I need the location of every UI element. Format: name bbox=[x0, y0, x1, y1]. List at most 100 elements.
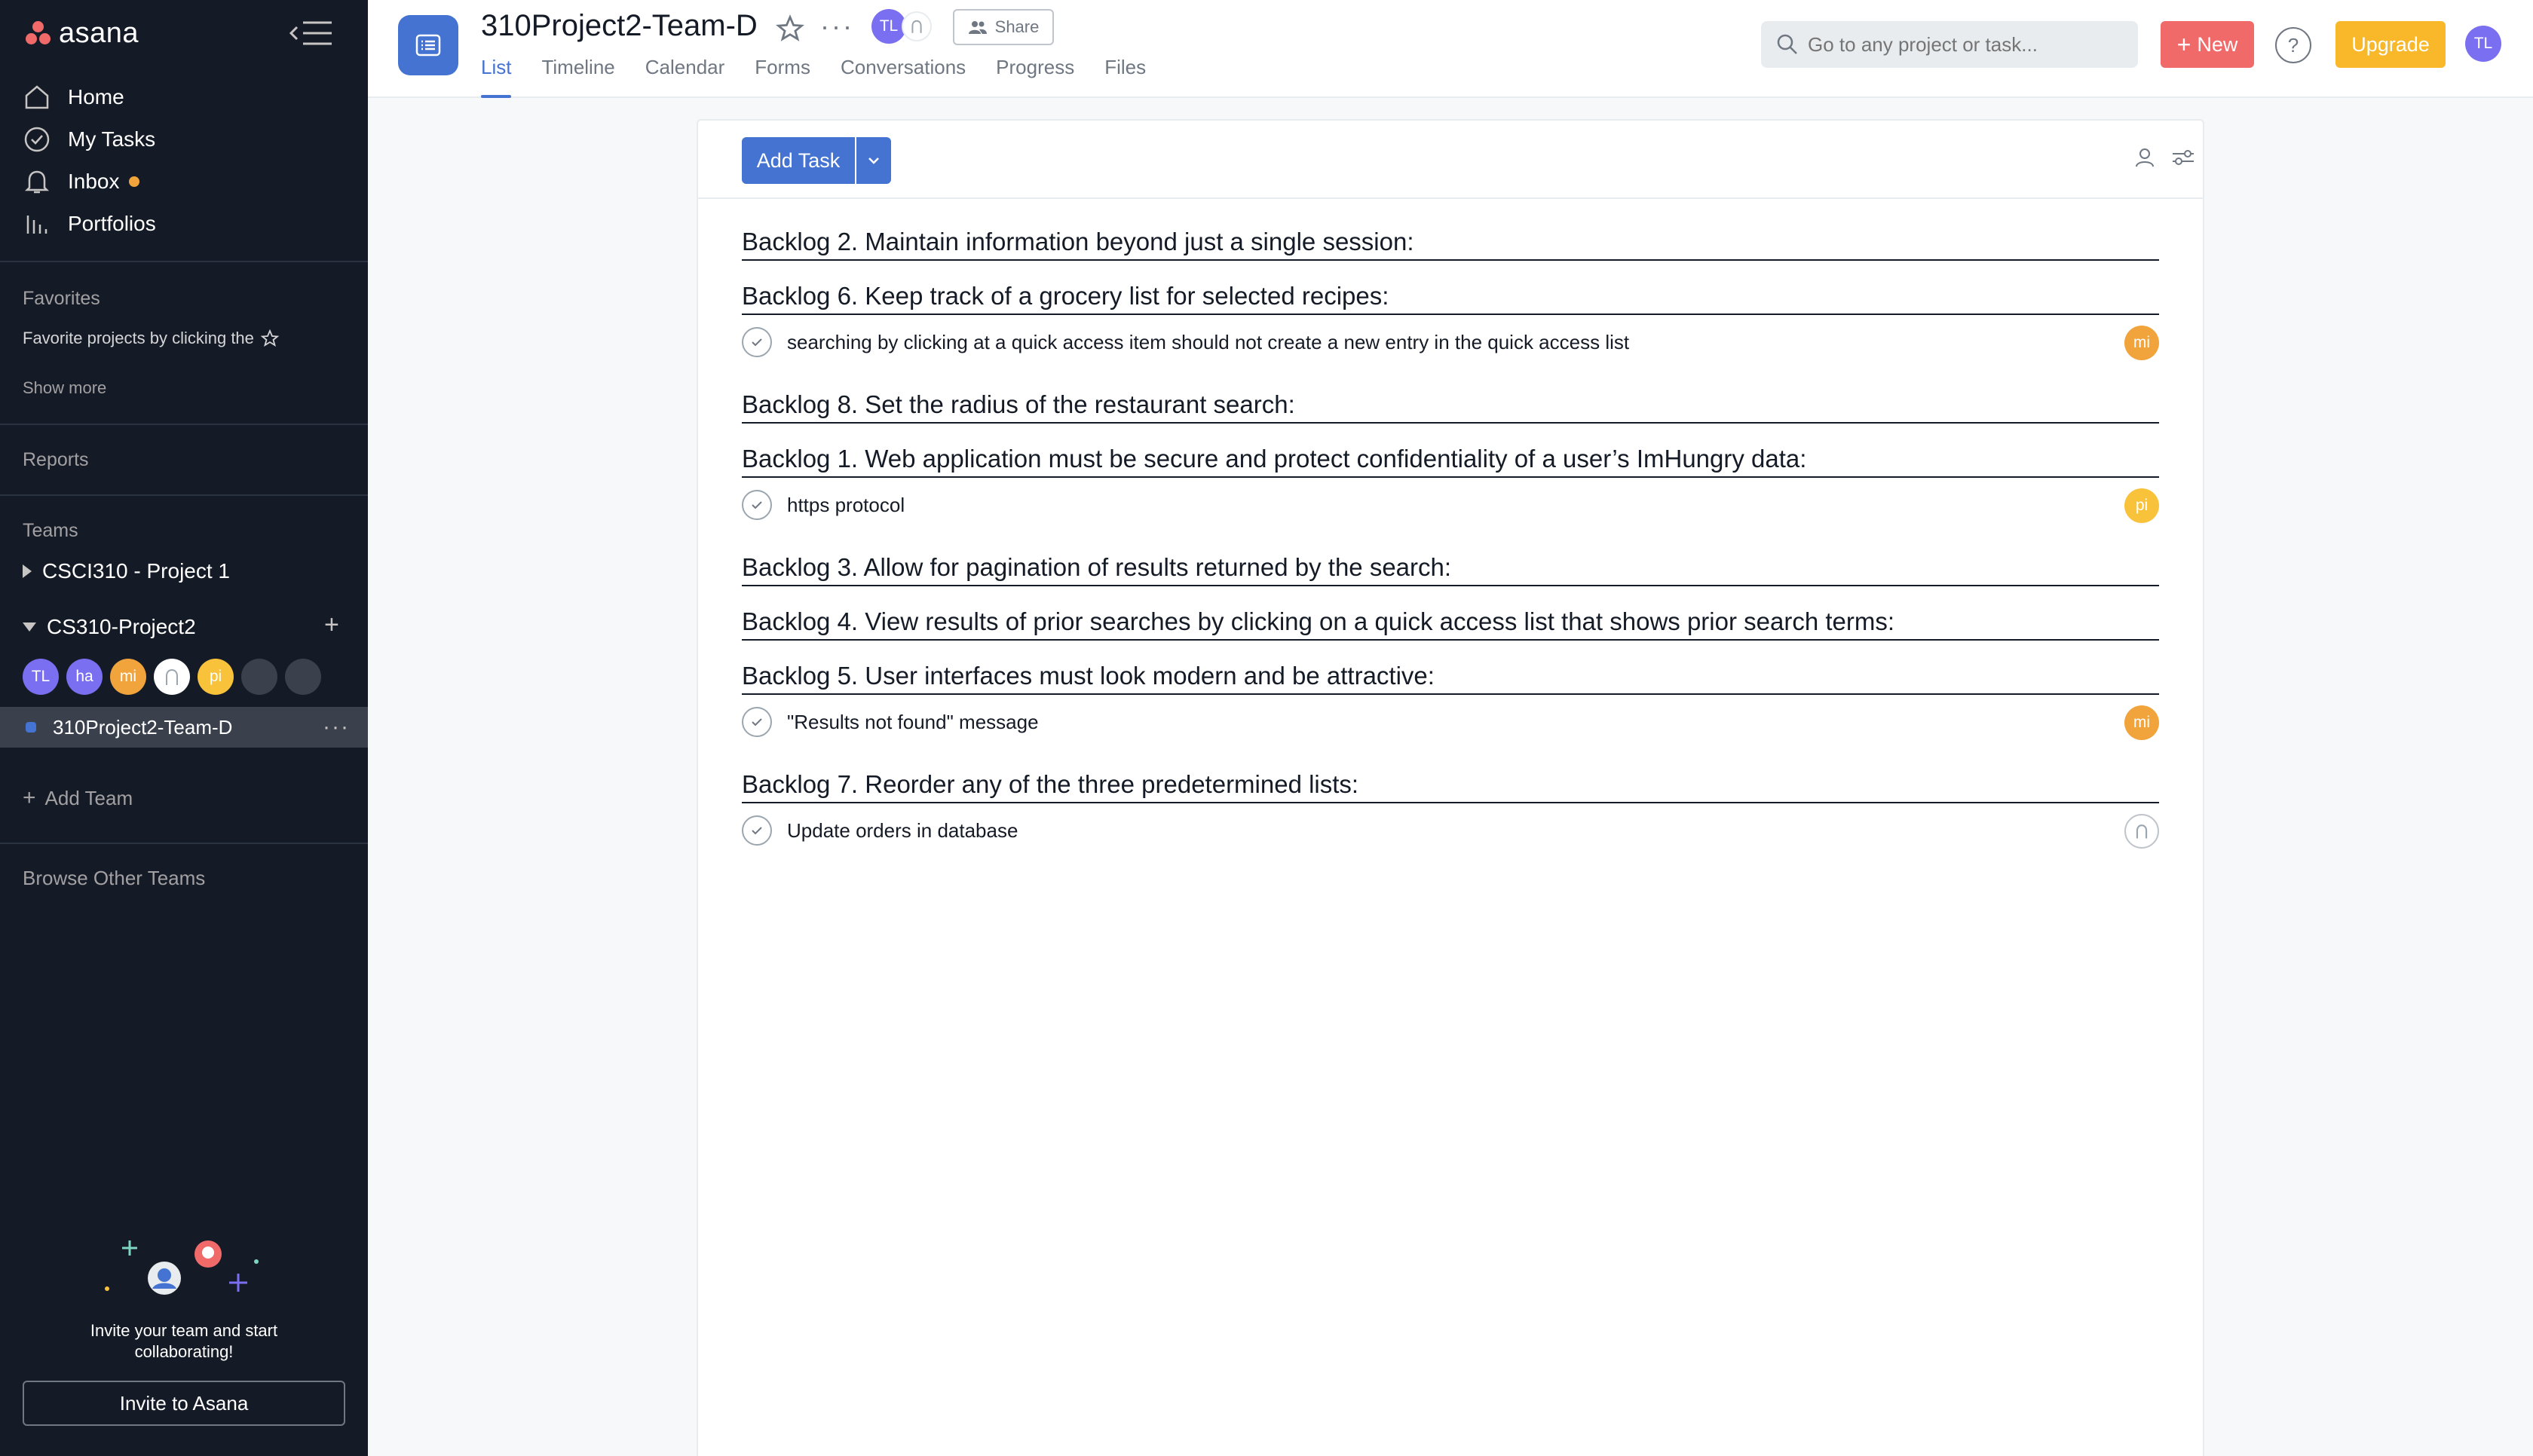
nav-portfolios-label: Portfolios bbox=[68, 212, 156, 235]
task-name[interactable]: Update orders in database bbox=[787, 819, 1018, 843]
add-task-split-button: Add Task bbox=[742, 137, 891, 184]
project-color-square bbox=[26, 722, 36, 733]
section-header[interactable]: Backlog 3. Allow for pagination of resul… bbox=[742, 532, 2159, 586]
tab-calendar[interactable]: Calendar bbox=[645, 56, 725, 98]
section-title: Backlog 7. Reorder any of the three pred… bbox=[742, 770, 1359, 798]
complete-checkbox[interactable] bbox=[742, 815, 772, 846]
people-icon bbox=[968, 21, 987, 34]
tab-progress[interactable]: Progress bbox=[996, 56, 1074, 98]
new-button[interactable]: + New bbox=[2161, 21, 2254, 68]
nav-my-tasks-label: My Tasks bbox=[68, 127, 156, 151]
task-row[interactable]: https protocol pi bbox=[742, 478, 2159, 532]
plus-icon: + bbox=[23, 785, 36, 810]
project-list-icon[interactable] bbox=[398, 15, 458, 75]
add-task-dropdown[interactable] bbox=[855, 137, 891, 184]
check-circle-icon bbox=[24, 127, 50, 152]
section-title: Backlog 1. Web application must be secur… bbox=[742, 445, 1807, 473]
nav-portfolios[interactable]: Portfolios bbox=[23, 205, 156, 243]
inbox-notification-dot bbox=[128, 176, 139, 187]
team-cs310-project2[interactable]: CS310-Project2 bbox=[23, 612, 196, 642]
list-toolbar: Add Task bbox=[698, 121, 2203, 199]
avatar[interactable] bbox=[285, 659, 321, 695]
section-title: Backlog 5. User interfaces must look mod… bbox=[742, 662, 1435, 690]
asana-logo-icon bbox=[24, 20, 53, 47]
section-header[interactable]: Backlog 6. Keep track of a grocery list … bbox=[742, 261, 2159, 315]
asana-logo[interactable]: asana bbox=[24, 15, 139, 51]
add-project-plus-icon[interactable]: + bbox=[324, 612, 339, 638]
tab-timeline[interactable]: Timeline bbox=[541, 56, 614, 98]
section-header[interactable]: Backlog 1. Web application must be secur… bbox=[742, 424, 2159, 478]
task-assignee-avatar[interactable]: mi bbox=[2124, 705, 2159, 740]
bar-chart-icon bbox=[26, 216, 47, 234]
filter-settings-icon[interactable] bbox=[2171, 146, 2195, 169]
checkmark-icon bbox=[752, 718, 762, 726]
avatar[interactable]: ha bbox=[66, 659, 103, 695]
avatar[interactable]: mi bbox=[110, 659, 146, 695]
sidebar-divider bbox=[0, 424, 368, 425]
assignee-filter-icon[interactable] bbox=[2133, 146, 2156, 169]
nav-home[interactable]: Home bbox=[23, 78, 124, 116]
tab-conversations[interactable]: Conversations bbox=[841, 56, 966, 98]
tab-list[interactable]: List bbox=[481, 56, 512, 98]
nav-inbox-label: Inbox bbox=[68, 170, 120, 193]
section-header[interactable]: Backlog 8. Set the radius of the restaur… bbox=[742, 369, 2159, 424]
checkmark-icon bbox=[752, 338, 762, 347]
nav-inbox[interactable]: Inbox bbox=[23, 163, 139, 200]
avatar[interactable]: pi bbox=[198, 659, 234, 695]
checkmark-icon bbox=[752, 501, 762, 509]
project-more-icon[interactable]: ··· bbox=[820, 11, 854, 42]
complete-checkbox[interactable] bbox=[742, 490, 772, 520]
share-button[interactable]: Share bbox=[953, 9, 1054, 45]
tab-forms[interactable]: Forms bbox=[755, 56, 810, 98]
search-bar[interactable] bbox=[1761, 21, 2138, 68]
favorite-star-icon[interactable] bbox=[775, 14, 805, 44]
upgrade-button[interactable]: Upgrade bbox=[2335, 21, 2446, 68]
section-header[interactable]: Backlog 5. User interfaces must look mod… bbox=[742, 641, 2159, 695]
project-members: TL bbox=[871, 9, 932, 44]
reports-link[interactable]: Reports bbox=[23, 449, 89, 471]
task-assignee-avatar[interactable]: pi bbox=[2124, 488, 2159, 523]
more-options-icon[interactable]: ··· bbox=[323, 714, 350, 740]
add-task-button[interactable]: Add Task bbox=[742, 137, 855, 184]
section-title: Backlog 4. View results of prior searche… bbox=[742, 607, 1895, 635]
avatar[interactable] bbox=[241, 659, 277, 695]
search-input[interactable] bbox=[1808, 32, 2124, 57]
user-avatar[interactable]: TL bbox=[2465, 26, 2501, 62]
browse-other-teams-link[interactable]: Browse Other Teams bbox=[23, 867, 205, 890]
task-row[interactable]: searching by clicking at a quick access … bbox=[742, 315, 2159, 369]
task-assignee-avatar[interactable]: mi bbox=[2124, 326, 2159, 360]
invite-to-asana-button[interactable]: Invite to Asana bbox=[23, 1381, 345, 1426]
team-csci310-project1[interactable]: CSCI310 - Project 1 bbox=[23, 556, 230, 586]
section-header[interactable]: Backlog 7. Reorder any of the three pred… bbox=[742, 749, 2159, 803]
invite-illustration bbox=[105, 1240, 259, 1295]
nav-my-tasks[interactable]: My Tasks bbox=[23, 121, 155, 158]
avatar[interactable] bbox=[154, 659, 190, 695]
collapse-arrow-icon[interactable] bbox=[23, 622, 36, 632]
complete-checkbox[interactable] bbox=[742, 327, 772, 357]
help-icon[interactable]: ? bbox=[2275, 27, 2311, 63]
show-more-link[interactable]: Show more bbox=[23, 378, 106, 398]
task-name[interactable]: searching by clicking at a quick access … bbox=[787, 331, 1629, 354]
section-header[interactable]: Backlog 2. Maintain information beyond j… bbox=[742, 206, 2159, 261]
new-label: New bbox=[2197, 32, 2238, 56]
page-title[interactable]: 310Project2-Team-D bbox=[481, 9, 758, 43]
collapse-sidebar-icon[interactable] bbox=[289, 18, 333, 48]
add-team-button[interactable]: + Add Team bbox=[23, 785, 133, 811]
avatar[interactable]: TL bbox=[23, 659, 59, 695]
task-row[interactable]: "Results not found" message mi bbox=[742, 695, 2159, 749]
task-row[interactable]: Update orders in database bbox=[742, 803, 2159, 858]
task-name[interactable]: https protocol bbox=[787, 494, 905, 517]
checkmark-icon bbox=[752, 827, 762, 835]
teams-title: Teams bbox=[23, 520, 78, 541]
avatar[interactable] bbox=[902, 11, 932, 41]
favorites-hint-text: Favorite projects by clicking the bbox=[23, 329, 254, 347]
sidebar-project-310project2-team-d[interactable]: 310Project2-Team-D ··· bbox=[0, 707, 368, 748]
task-name[interactable]: "Results not found" message bbox=[787, 711, 1039, 734]
expand-arrow-icon[interactable] bbox=[23, 564, 32, 578]
list-tools bbox=[2133, 146, 2195, 169]
section-title: Backlog 3. Allow for pagination of resul… bbox=[742, 553, 1452, 581]
task-assignee-avatar[interactable] bbox=[2124, 814, 2159, 849]
tab-files[interactable]: Files bbox=[1104, 56, 1146, 98]
complete-checkbox[interactable] bbox=[742, 707, 772, 737]
section-header[interactable]: Backlog 4. View results of prior searche… bbox=[742, 586, 2159, 641]
